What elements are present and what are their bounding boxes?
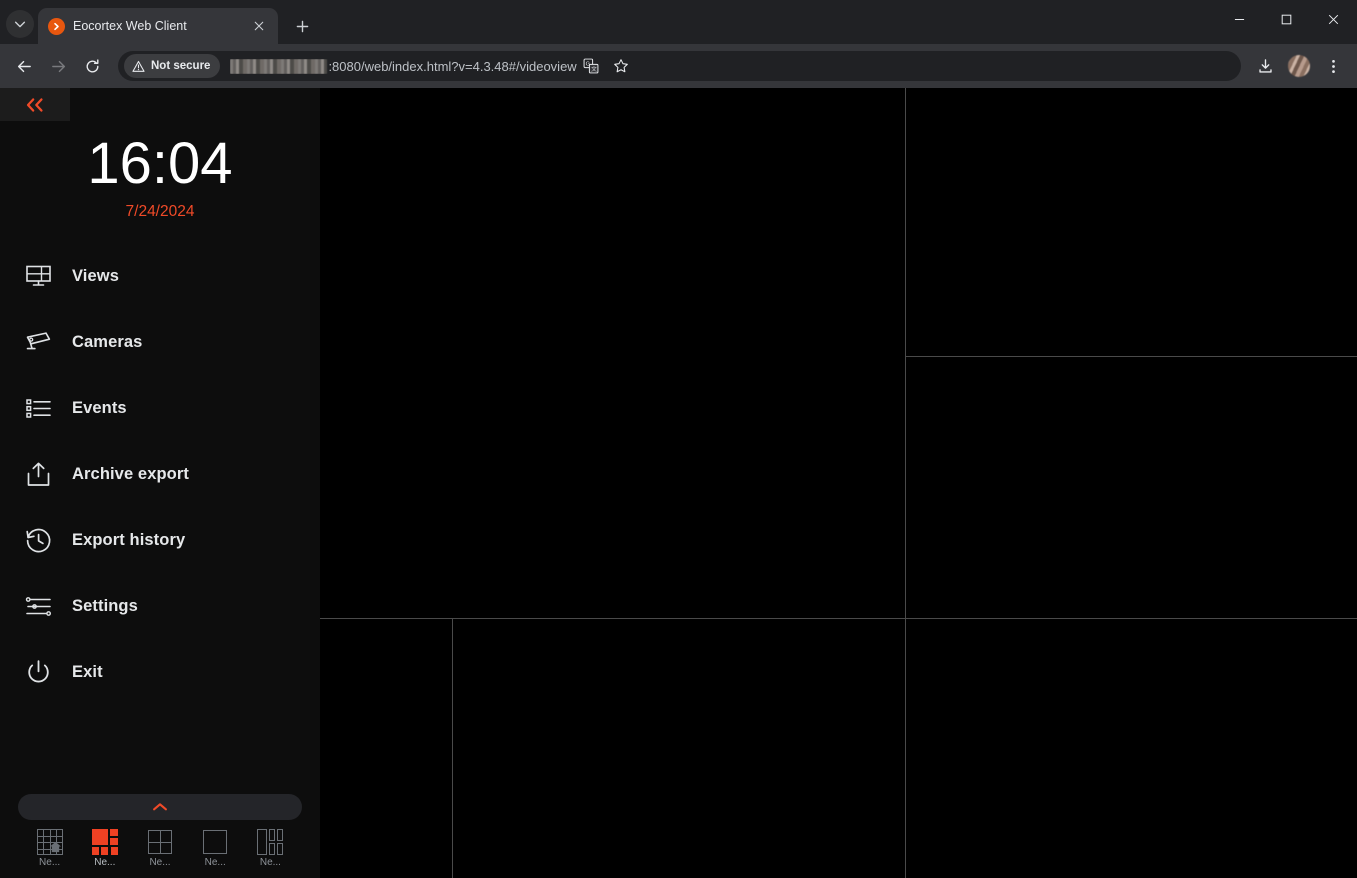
camera-icon <box>24 328 53 357</box>
sidebar-item-label: Events <box>72 398 127 417</box>
grid-1x1-icon <box>202 829 228 855</box>
layout-option-grid-1plus4[interactable]: Ne... <box>243 829 298 868</box>
layout-caption: Ne... <box>39 857 61 868</box>
site-security-badge[interactable]: Not secure <box>124 54 221 78</box>
tab-close-button[interactable] <box>250 17 268 35</box>
window-maximize-button[interactable] <box>1263 0 1310 38</box>
cell-bottom-middle[interactable] <box>452 618 905 878</box>
sidebar-item-cameras[interactable]: Cameras <box>0 309 320 375</box>
layout-option-grid-1x1[interactable]: Ne... <box>188 829 243 868</box>
cell-top-right[interactable] <box>905 88 1357 356</box>
window-minimize-button[interactable] <box>1216 0 1263 38</box>
sidebar-item-label: Export history <box>72 530 186 549</box>
download-button[interactable] <box>1249 50 1281 82</box>
sidebar-item-label: Cameras <box>72 332 143 351</box>
new-tab-button[interactable] <box>288 12 316 40</box>
events-list-icon <box>24 394 53 423</box>
cell-bottom-right[interactable] <box>905 618 1357 878</box>
tab-strip: Eocortex Web Client <box>0 0 1357 44</box>
grid-1plus5-icon <box>91 829 118 855</box>
three-dot-menu-icon <box>1331 59 1335 73</box>
layout-option-grid-2x2[interactable]: Ne... <box>132 829 187 868</box>
eocortex-logo-icon <box>48 17 65 35</box>
grid-1plus4-icon <box>257 829 284 855</box>
chevron-down-icon <box>14 21 26 28</box>
sidebar-item-views[interactable]: Views <box>0 243 320 309</box>
clock-date: 7/24/2024 <box>125 203 195 220</box>
sidebar-item-archive-export[interactable]: Archive export <box>0 441 320 507</box>
sidebar-item-label: Views <box>72 266 119 285</box>
url-display[interactable]: :8080/web/index.html?v=4.3.48#/videoview <box>230 58 577 74</box>
clock-widget: 16:04 7/24/2024 <box>0 121 320 221</box>
translate-button[interactable]: G 文 <box>577 52 605 80</box>
browser-toolbar: Not secure :8080/web/index.html?v=4.3.48… <box>0 44 1357 88</box>
sidebar-item-label: Archive export <box>72 464 189 483</box>
sidebar-item-settings[interactable]: Settings <box>0 573 320 639</box>
app-sidebar: 16:04 7/24/2024 Views Cameras Events Arc… <box>0 88 320 878</box>
download-icon <box>1258 58 1272 73</box>
url-text: :8080/web/index.html?v=4.3.48#/videoview <box>328 58 577 74</box>
layouts-expand-button[interactable] <box>18 794 302 820</box>
forward-arrow-icon <box>51 60 65 72</box>
forward-button[interactable] <box>42 50 74 82</box>
sliders-icon <box>24 592 53 621</box>
layout-caption: Ne... <box>259 857 281 868</box>
home-icon <box>49 841 61 853</box>
layout-selector: Ne... Ne... Ne... Ne... Ne... <box>18 820 302 872</box>
sidebar-nav: Views Cameras Events Archive export Expo… <box>0 243 320 705</box>
star-icon <box>613 59 628 73</box>
clock-time: 16:04 <box>87 131 233 196</box>
omnibox-actions: G 文 <box>577 52 635 80</box>
plus-icon <box>296 20 308 32</box>
reload-button[interactable] <box>76 50 108 82</box>
window-close-button[interactable] <box>1310 0 1357 38</box>
sidebar-item-exit[interactable]: Exit <box>0 639 320 705</box>
tab-search-button[interactable] <box>6 10 34 38</box>
sidebar-item-label: Exit <box>72 662 103 681</box>
sidebar-item-export-history[interactable]: Export history <box>0 507 320 573</box>
window-controls <box>1216 0 1357 38</box>
sidebar-collapse-button[interactable] <box>0 88 70 121</box>
browser-tab[interactable]: Eocortex Web Client <box>38 8 278 44</box>
video-grid <box>320 88 1357 878</box>
back-button[interactable] <box>8 50 40 82</box>
maximize-icon <box>1281 14 1292 24</box>
layout-caption: Ne... <box>204 857 226 868</box>
page-content: 16:04 7/24/2024 Views Cameras Events Arc… <box>0 88 1357 878</box>
minimize-icon <box>1234 18 1245 20</box>
sidebar-item-events[interactable]: Events <box>0 375 320 441</box>
grid-4x4-home-icon <box>36 829 63 855</box>
svg-text:文: 文 <box>591 65 597 73</box>
clock-history-icon <box>24 526 53 555</box>
reload-icon <box>86 58 98 72</box>
sidebar-item-label: Settings <box>72 596 138 615</box>
redacted-host <box>230 58 328 74</box>
browser-window: Eocortex Web Client Not secure:8080/web… <box>0 0 1357 878</box>
layout-option-grid-1plus5[interactable]: Ne... <box>77 829 132 868</box>
sidebar-footer: Ne... Ne... Ne... Ne... Ne... <box>0 794 320 878</box>
close-icon <box>254 21 264 31</box>
back-arrow-icon <box>17 60 31 72</box>
chrome-menu-button[interactable] <box>1317 50 1349 82</box>
layout-option-grid-4x4-home[interactable]: Ne... <box>22 829 77 868</box>
power-icon <box>24 658 53 687</box>
cell-main-large[interactable] <box>320 88 905 618</box>
translate-icon: G 文 <box>583 58 599 74</box>
grid-2x2-icon <box>147 829 173 855</box>
tab-title: Eocortex Web Client <box>73 19 187 33</box>
cell-bottom-left-narrow[interactable] <box>320 618 452 878</box>
bookmark-button[interactable] <box>607 52 635 80</box>
security-label: Not secure <box>151 60 211 72</box>
views-monitor-icon <box>24 262 53 291</box>
double-chevron-left-icon <box>26 97 43 112</box>
profile-avatar[interactable] <box>1288 55 1310 77</box>
upload-export-icon <box>24 460 53 489</box>
warning-triangle-icon <box>132 60 145 72</box>
chevron-up-icon <box>153 803 167 811</box>
layout-caption: Ne... <box>94 857 116 868</box>
layout-caption: Ne... <box>149 857 171 868</box>
close-icon <box>1328 14 1339 24</box>
address-bar[interactable]: Not secure :8080/web/index.html?v=4.3.48… <box>118 51 1241 81</box>
cell-middle-right[interactable] <box>905 356 1357 618</box>
